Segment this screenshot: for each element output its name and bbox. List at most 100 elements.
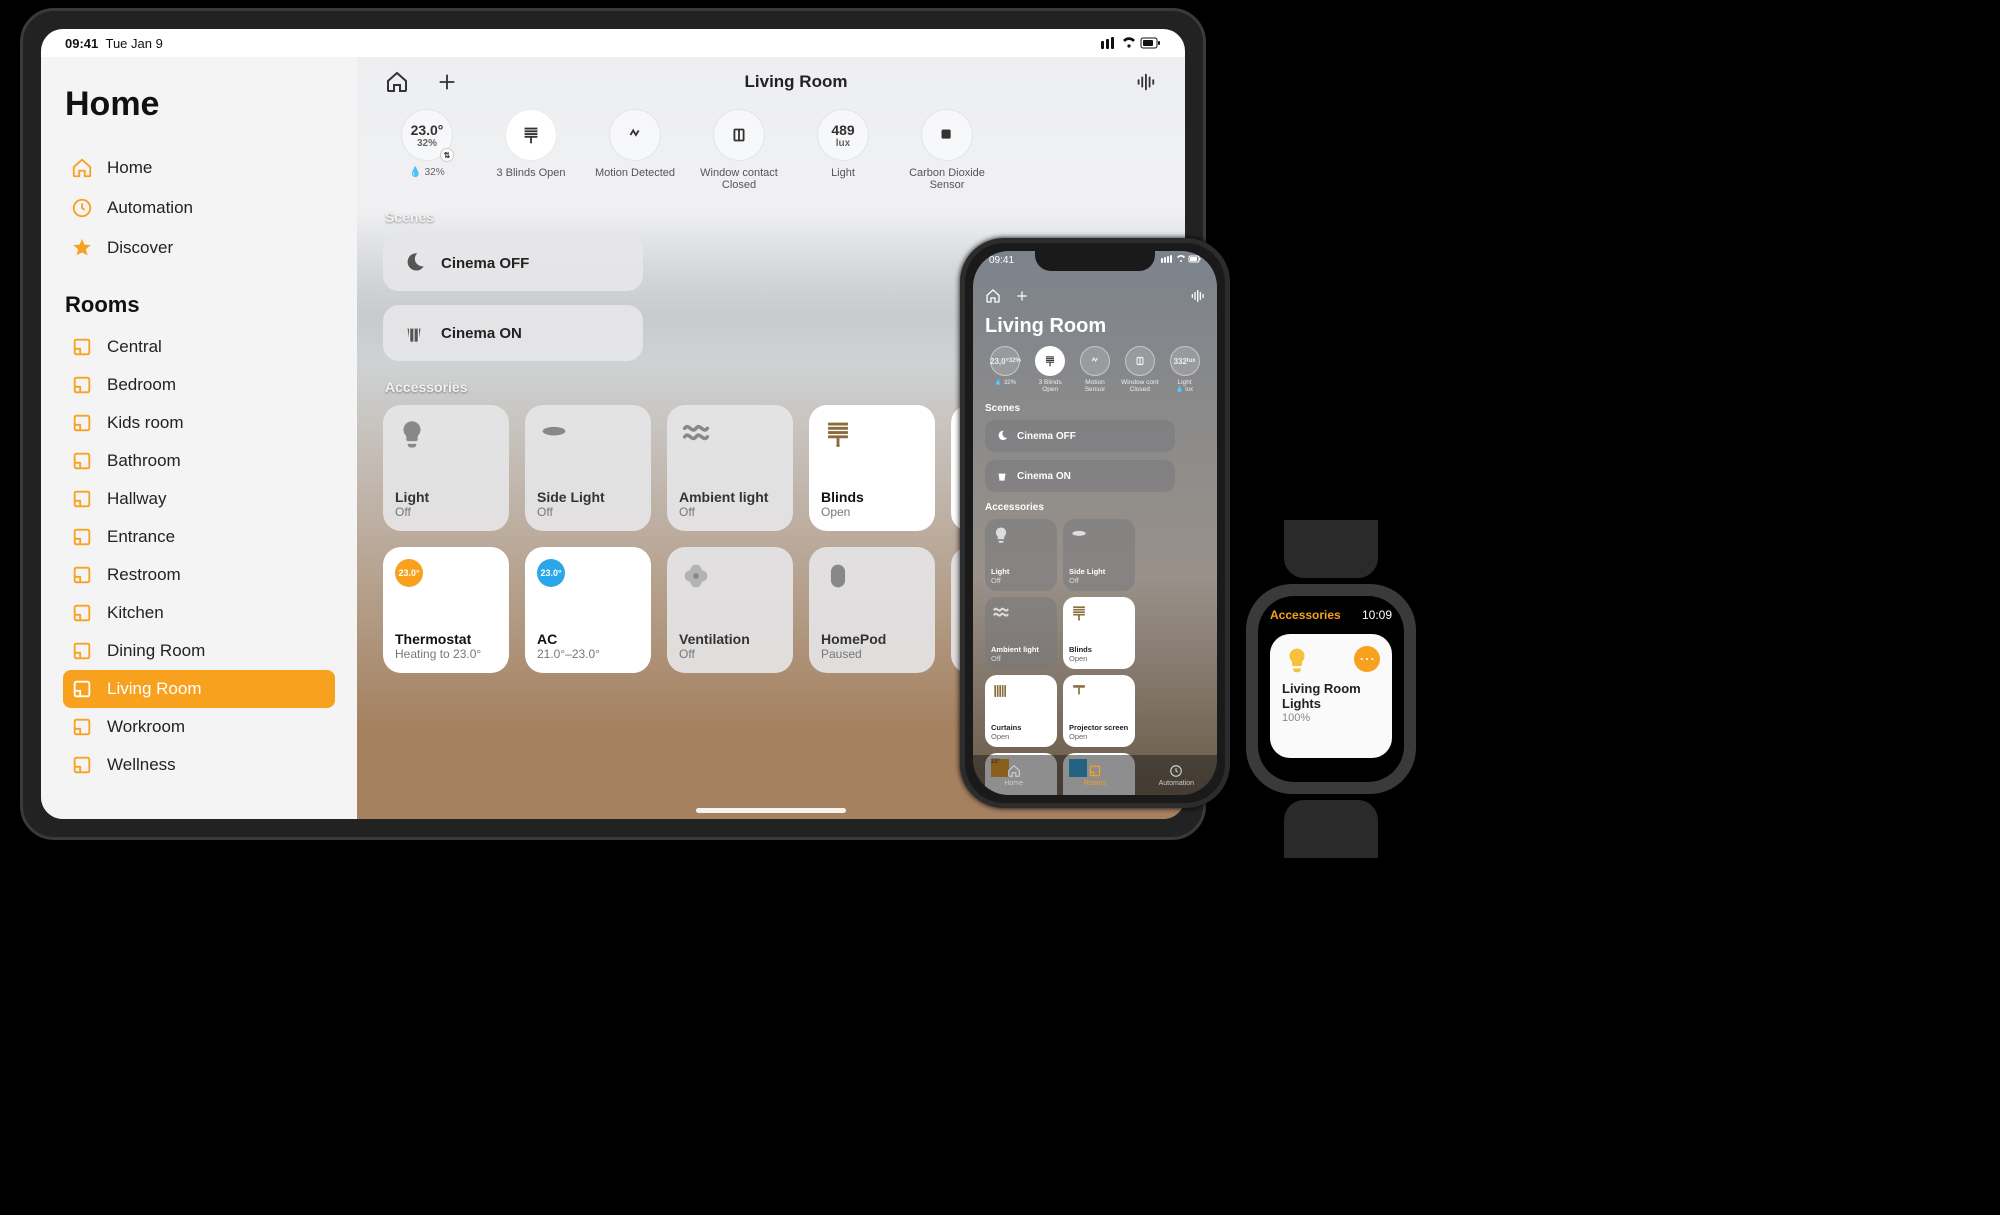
sidebar-item-automation[interactable]: Automation <box>63 188 335 228</box>
chip-blinds[interactable]: 3 Blinds Open <box>487 109 575 191</box>
tile-ac[interactable]: 23.0° AC 21.0°–23.0° <box>525 547 651 673</box>
tab-home[interactable]: Home <box>973 755 1054 795</box>
tile-ambient light[interactable]: Ambient light Off <box>667 405 793 531</box>
sidebar-room-restroom[interactable]: Restroom <box>63 556 335 594</box>
iphone-screen: 09:41 <box>973 251 1217 795</box>
tile-ambient light[interactable]: Ambient light Off <box>985 597 1057 669</box>
sidebar-item-label: Discover <box>107 238 173 258</box>
tile-thermostat[interactable]: 23.0° Thermostat Heating to 23.0° <box>383 547 509 673</box>
tile-curtains[interactable]: Curtains Open <box>985 675 1057 747</box>
chip-climate[interactable]: 23.0° 32% ⇅ 💧 32% <box>383 109 471 191</box>
status-icons <box>1101 37 1161 49</box>
iphone-device: 09:41 <box>960 238 1230 808</box>
sidebar-room-wellness[interactable]: Wellness <box>63 746 335 784</box>
iphone-tabbar: Home Rooms Automation <box>973 755 1217 795</box>
sidebar-room-kitchen[interactable]: Kitchen <box>63 594 335 632</box>
sidebar-room-hallway[interactable]: Hallway <box>63 480 335 518</box>
topbar: Living Room <box>383 57 1159 107</box>
room-icon <box>71 564 93 586</box>
voice-icon[interactable] <box>1131 68 1159 96</box>
room-icon <box>71 450 93 472</box>
sidebar-room-kids room[interactable]: Kids room <box>63 404 335 442</box>
chip-window[interactable]: Window contact Closed <box>695 109 783 191</box>
sidebar-room-bathroom[interactable]: Bathroom <box>63 442 335 480</box>
watch-tile-name: Living Room Lights <box>1282 682 1380 712</box>
blinds-icon <box>1043 354 1057 368</box>
sidebar-room-entrance[interactable]: Entrance <box>63 518 335 556</box>
room-icon <box>71 678 93 700</box>
curtain-icon <box>991 681 1011 701</box>
scene-cinema off[interactable]: Cinema OFF <box>985 420 1175 452</box>
scenes-header: Scenes <box>385 209 1159 225</box>
tab-rooms[interactable]: Rooms <box>1054 755 1135 795</box>
sidebar-room-bedroom[interactable]: Bedroom <box>63 366 335 404</box>
clock-icon <box>71 197 93 219</box>
room-icon <box>71 412 93 434</box>
blinds-icon <box>520 124 542 146</box>
tile-light[interactable]: Light Off <box>985 519 1057 591</box>
scene-cinema off[interactable]: Cinema OFF <box>383 235 643 291</box>
temp-badge: 23.0° <box>537 559 565 587</box>
sidebar-item-label: Kids room <box>107 413 184 433</box>
scene-cinema on[interactable]: Cinema ON <box>985 460 1175 492</box>
add-icon[interactable] <box>433 68 461 96</box>
room-icon <box>71 336 93 358</box>
chip[interactable]: 332lux Light 💧 lux <box>1164 346 1205 393</box>
chip-light[interactable]: 489 lux Light <box>799 109 887 191</box>
scene-cinema on[interactable]: Cinema ON <box>383 305 643 361</box>
home-icon[interactable] <box>383 68 411 96</box>
sidebar-room-dining room[interactable]: Dining Room <box>63 632 335 670</box>
tile-blinds[interactable]: Blinds Open <box>809 405 935 531</box>
tile-homepod[interactable]: HomePod Paused <box>809 547 935 673</box>
voice-icon[interactable] <box>1189 288 1205 304</box>
watch-screen: Accessories 10:09 ⋯ Living Room Lights 1… <box>1258 596 1404 782</box>
disc-icon <box>537 417 571 451</box>
add-icon[interactable] <box>1015 289 1029 303</box>
watch-header: Accessories 10:09 <box>1270 608 1392 622</box>
watch-device: Accessories 10:09 ⋯ Living Room Lights 1… <box>1216 546 1446 832</box>
iphone-topbar <box>985 285 1205 307</box>
sidebar-item-label: Wellness <box>107 755 176 775</box>
sidebar-room-central[interactable]: Central <box>63 328 335 366</box>
sidebar-room-workroom[interactable]: Workroom <box>63 708 335 746</box>
sidebar-title: Home <box>65 85 335 124</box>
home-indicator[interactable] <box>696 808 846 813</box>
sidebar-item-label: Workroom <box>107 717 185 737</box>
snake-icon <box>991 603 1011 623</box>
watch-accessory-tile[interactable]: ⋯ Living Room Lights 100% <box>1270 634 1392 758</box>
tile-blinds[interactable]: Blinds Open <box>1063 597 1135 669</box>
room-icon <box>71 640 93 662</box>
sidebar-room-living room[interactable]: Living Room <box>63 670 335 708</box>
sidebar: Home Home Automation Discover Rooms Cent… <box>41 57 357 819</box>
chip-motion[interactable]: Motion Detected <box>591 109 679 191</box>
popcorn-icon <box>401 320 427 346</box>
scenes-header: Scenes <box>985 403 1205 414</box>
room-icon <box>71 754 93 776</box>
tile-side light[interactable]: Side Light Off <box>1063 519 1135 591</box>
star-icon <box>71 237 93 259</box>
status-chips: 23.0° 32% ⇅ 💧 32% 3 Blinds Open Motion D… <box>383 109 1159 191</box>
tile-light[interactable]: Light Off <box>383 405 509 531</box>
tile-side light[interactable]: Side Light Off <box>525 405 651 531</box>
tile-projector screen[interactable]: Projector screen Open <box>1063 675 1135 747</box>
iphone-room-title: Living Room <box>985 315 1205 338</box>
chip[interactable]: 23,0°32% 💧 32% <box>985 346 1026 393</box>
tile-ventilation[interactable]: Ventilation Off <box>667 547 793 673</box>
chip[interactable]: Motion Sensor <box>1075 346 1116 393</box>
chip[interactable]: Window cont Closed <box>1119 346 1160 393</box>
sidebar-item-label: Home <box>107 158 152 178</box>
sidebar-item-label: Central <box>107 337 162 357</box>
chip[interactable]: 3 Blinds Open <box>1030 346 1071 393</box>
home-icon[interactable] <box>985 288 1001 304</box>
sidebar-item-discover[interactable]: Discover <box>63 228 335 268</box>
watch-header-label[interactable]: Accessories <box>1270 608 1341 622</box>
tab-automation[interactable]: Automation <box>1136 755 1217 795</box>
sidebar-item-label: Living Room <box>107 679 202 699</box>
sidebar-item-label: Restroom <box>107 565 181 585</box>
scenes-row: Cinema OFF Cinema ON <box>383 235 643 361</box>
more-icon[interactable]: ⋯ <box>1354 646 1380 672</box>
sidebar-item-home[interactable]: Home <box>63 148 335 188</box>
room-icon <box>71 716 93 738</box>
chip-co2[interactable]: Carbon Dioxide Sensor <box>903 109 991 191</box>
sidebar-item-label: Dining Room <box>107 641 205 661</box>
